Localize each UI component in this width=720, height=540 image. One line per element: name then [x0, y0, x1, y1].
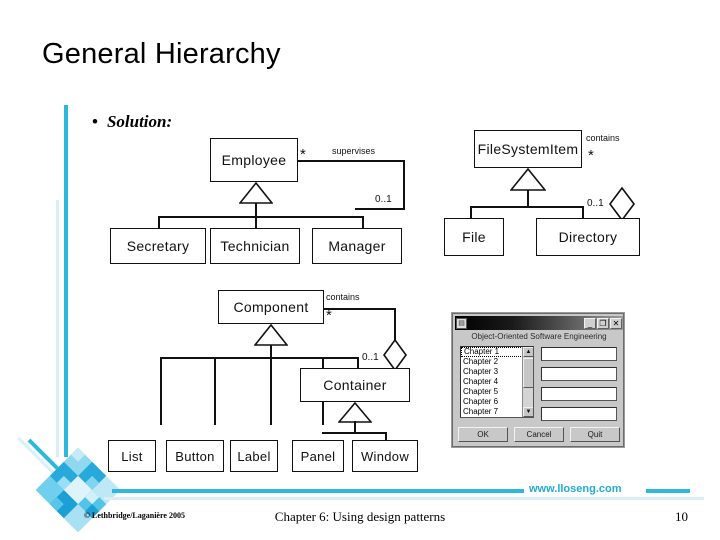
gen-crossbar-container	[322, 432, 386, 434]
gen-crossbar	[158, 216, 363, 218]
multiplicity-one: 0..1	[362, 352, 379, 363]
aggregation-diamond	[383, 338, 407, 372]
list-scrollbar[interactable]: ▲ ▼	[522, 347, 533, 417]
uml-class-secretary-label: Secretary	[126, 238, 190, 254]
maximize-icon[interactable]: ❐	[597, 317, 609, 329]
bullet-marker-icon: •	[92, 112, 98, 131]
uml-class-panel: Panel	[292, 440, 344, 472]
multiplicity-one: 0..1	[587, 198, 604, 209]
uml-class-technician: Technician	[210, 228, 300, 264]
aggregation-diamond	[609, 186, 635, 222]
footer-url[interactable]: www.lloseng.com	[529, 483, 622, 495]
chapter-list[interactable]: Chapter 1 Chapter 2 Chapter 3 Chapter 4 …	[460, 346, 534, 418]
slide: General Hierarchy • Solution: Employee *…	[0, 0, 720, 540]
uml-class-button: Button	[166, 440, 224, 472]
uml-class-list-label: List	[121, 448, 143, 464]
text-field[interactable]	[541, 367, 617, 381]
quit-button[interactable]: Quit	[570, 427, 620, 442]
scroll-up-icon[interactable]: ▲	[523, 347, 533, 357]
gen-branch-list	[160, 357, 162, 425]
text-field[interactable]	[541, 407, 617, 421]
footer-rule-pale	[104, 497, 704, 500]
gen-stem	[527, 190, 529, 207]
app-window-mockup: ▤ _ ❐ ✕ Object-Oriented Software Enginee…	[452, 313, 624, 447]
uml-class-button-label: Button	[175, 448, 215, 464]
bullet-item-solution: • Solution:	[92, 112, 172, 132]
minimize-icon[interactable]: _	[584, 317, 596, 329]
app-caption: Object-Oriented Software Engineering	[471, 332, 607, 341]
multiplicity-one: 0..1	[375, 194, 392, 205]
uml-class-window: Window	[352, 440, 418, 472]
uml-class-secretary: Secretary	[110, 228, 206, 264]
bullet-label: Solution:	[106, 112, 173, 131]
gen-branch-button	[214, 357, 216, 425]
assoc-line-right	[403, 160, 405, 210]
footer-page-number: 10	[675, 509, 688, 524]
uml-class-filesystemitem: FileSystemItem	[474, 130, 582, 168]
generalization-triangle-container	[338, 402, 372, 423]
uml-diagram-filesystem: FileSystemItem contains * 0..1 File Dire…	[444, 130, 694, 265]
page-title: General Hierarchy	[42, 38, 281, 70]
footer-chapter: Chapter 6: Using design patterns	[274, 509, 446, 524]
assoc-label-supervises: supervises	[332, 146, 376, 156]
uml-class-file-label: File	[462, 229, 486, 245]
generalization-triangle	[239, 182, 273, 204]
gen-crossbar	[160, 357, 357, 359]
uml-class-file: File	[444, 218, 504, 256]
assoc-line-top	[324, 308, 396, 310]
window-controls: _ ❐ ✕	[584, 317, 622, 329]
accent-vertical-line	[64, 105, 68, 457]
generalization-triangle	[510, 168, 546, 191]
assoc-line-bottom	[355, 208, 405, 210]
footer-rule-tail	[646, 489, 690, 493]
uml-class-filesystemitem-label: FileSystemItem	[477, 141, 579, 157]
uml-diagram-employee: Employee * supervises 0..1 Secretary Tec…	[110, 138, 420, 264]
generalization-triangle	[254, 324, 288, 346]
ok-button[interactable]: OK	[458, 427, 508, 442]
uml-class-panel-label: Panel	[300, 448, 336, 464]
multiplicity-many: *	[326, 307, 332, 324]
assoc-line-right	[394, 308, 396, 340]
scrollbar-thumb[interactable]	[523, 358, 533, 388]
uml-class-container: Container	[300, 368, 410, 402]
uml-class-employee: Employee	[210, 138, 298, 182]
assoc-label-contains: contains	[326, 292, 360, 302]
close-icon[interactable]: ✕	[610, 317, 622, 329]
footer-rule	[112, 489, 524, 493]
gen-branch-label	[270, 357, 272, 425]
uml-diagram-component: Component contains * 0..1 Container List…	[104, 290, 434, 472]
uml-class-label: Label	[230, 440, 278, 472]
uml-class-component: Component	[218, 290, 324, 324]
uml-class-component-label: Component	[233, 299, 309, 315]
uml-class-directory-label: Directory	[558, 229, 618, 245]
uml-class-directory: Directory	[536, 218, 640, 256]
cancel-button[interactable]: Cancel	[514, 427, 564, 442]
gen-crossbar	[470, 206, 584, 208]
scroll-down-icon[interactable]: ▼	[523, 407, 533, 417]
assoc-line-top	[298, 160, 405, 162]
text-field[interactable]	[541, 347, 617, 361]
app-icon: ▤	[456, 317, 467, 329]
uml-class-manager-label: Manager	[328, 238, 386, 254]
uml-class-technician-label: Technician	[220, 238, 290, 254]
text-field[interactable]	[541, 387, 617, 401]
assoc-label-contains: contains	[586, 133, 620, 143]
multiplicity-many: *	[300, 146, 306, 163]
dialog-button-bar: OK Cancel Quit	[458, 427, 620, 442]
uml-class-manager: Manager	[312, 228, 402, 264]
uml-class-employee-label: Employee	[221, 152, 287, 168]
uml-class-window-label: Window	[360, 448, 410, 464]
app-titlebar: ▤ _ ❐ ✕	[455, 316, 623, 330]
uml-class-label-label: Label	[237, 448, 271, 464]
uml-class-container-label: Container	[323, 377, 387, 393]
multiplicity-many: *	[588, 147, 594, 164]
gen-stem	[255, 203, 257, 217]
accent-vertical-line-pale	[56, 200, 59, 457]
